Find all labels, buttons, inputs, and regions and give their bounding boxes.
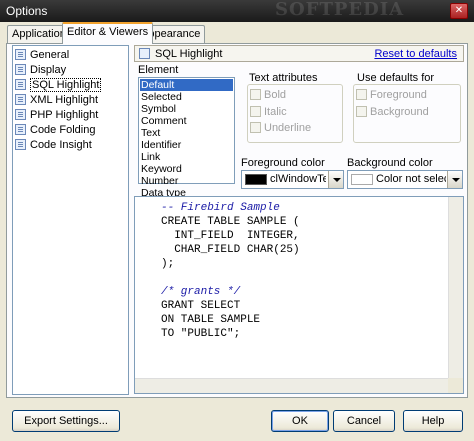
- section-header: SQL Highlight Reset to defaults: [134, 45, 464, 62]
- vertical-scrollbar[interactable]: [448, 197, 463, 378]
- page-icon: [15, 64, 26, 75]
- foreground-color-label: Foreground color: [241, 157, 325, 169]
- list-item[interactable]: Selected: [140, 91, 233, 103]
- page-icon: [15, 139, 26, 150]
- checkbox-box: [250, 122, 261, 133]
- element-list[interactable]: Default Selected Symbol Comment Text Ide…: [138, 77, 235, 199]
- code-line: TO "PUBLIC";: [161, 328, 241, 340]
- options-tree[interactable]: General Display SQL Highlight XML Highli…: [12, 45, 129, 395]
- scrollbar-corner: [448, 378, 463, 393]
- list-item[interactable]: Link: [140, 151, 233, 163]
- section-title: SQL Highlight: [155, 48, 223, 60]
- code-line: GRANT SELECT: [161, 300, 241, 312]
- italic-checkbox[interactable]: Italic: [250, 106, 287, 119]
- tree-item-php-highlight[interactable]: PHP Highlight: [15, 108, 126, 123]
- background-color-combo[interactable]: Color not selecte: [347, 170, 463, 189]
- tree-item-code-folding[interactable]: Code Folding: [15, 123, 126, 138]
- page-icon: [139, 48, 150, 59]
- page-icon: [15, 124, 26, 135]
- background-color-label: Background color: [347, 157, 433, 169]
- tree-item-xml-highlight[interactable]: XML Highlight: [15, 93, 126, 108]
- tree-item-code-insight[interactable]: Code Insight: [15, 138, 126, 153]
- page-icon: [15, 94, 26, 105]
- checkbox-box: [356, 89, 367, 100]
- underline-checkbox[interactable]: Underline: [250, 122, 311, 135]
- window-title: Options: [6, 4, 48, 18]
- foreground-color-combo[interactable]: clWindowText: [241, 170, 344, 189]
- checkbox-box: [250, 106, 261, 117]
- code-line: CHAR_FIELD CHAR(25): [161, 244, 300, 256]
- chevron-down-icon[interactable]: [447, 171, 462, 188]
- tab-editor-viewers[interactable]: Editor & Viewers: [62, 22, 154, 44]
- list-item[interactable]: Number: [140, 175, 233, 187]
- color-swatch: [245, 174, 267, 185]
- ok-button[interactable]: OK: [271, 410, 329, 432]
- title-bar[interactable]: Options SOFTPEDIA ✕: [0, 0, 474, 22]
- tree-item-general[interactable]: General: [15, 48, 126, 63]
- checkbox-box: [356, 106, 367, 117]
- bold-checkbox[interactable]: Bold: [250, 89, 286, 102]
- element-label: Element: [138, 64, 179, 76]
- list-item[interactable]: Symbol: [140, 103, 233, 115]
- code-line: INT_FIELD INTEGER,: [161, 230, 300, 242]
- list-item[interactable]: Text: [140, 127, 233, 139]
- code-line: -- Firebird Sample: [161, 202, 280, 214]
- tree-item-sql-highlight[interactable]: SQL Highlight: [15, 78, 126, 93]
- close-icon[interactable]: ✕: [450, 3, 468, 19]
- foreground-default-checkbox[interactable]: Foreground: [356, 89, 427, 102]
- list-item[interactable]: Default: [140, 79, 233, 91]
- list-item[interactable]: Comment: [140, 115, 233, 127]
- list-item[interactable]: Keyword: [140, 163, 233, 175]
- color-swatch: [351, 174, 373, 185]
- tree-item-display[interactable]: Display: [15, 63, 126, 78]
- softpedia-watermark: SOFTPEDIA: [275, 0, 405, 20]
- page-icon: [15, 49, 26, 60]
- background-default-checkbox[interactable]: Background: [356, 106, 429, 119]
- code-line: CREATE TABLE SAMPLE (: [161, 216, 300, 228]
- list-item[interactable]: Identifier: [140, 139, 233, 151]
- horizontal-scrollbar[interactable]: [135, 378, 449, 393]
- code-line: );: [161, 258, 175, 270]
- help-button[interactable]: Help: [403, 410, 463, 432]
- page-icon: [15, 79, 26, 90]
- code-line: ON TABLE SAMPLE: [161, 314, 261, 326]
- page-icon: [15, 109, 26, 120]
- export-settings-button[interactable]: Export Settings...: [12, 410, 120, 432]
- checkbox-box: [250, 89, 261, 100]
- cancel-button[interactable]: Cancel: [333, 410, 395, 432]
- sql-preview[interactable]: -- Firebird Sample CREATE TABLE SAMPLE (…: [134, 196, 464, 394]
- code-line: /* grants */: [161, 286, 241, 298]
- chevron-down-icon[interactable]: [328, 171, 343, 188]
- reset-to-defaults-link[interactable]: Reset to defaults: [374, 47, 457, 61]
